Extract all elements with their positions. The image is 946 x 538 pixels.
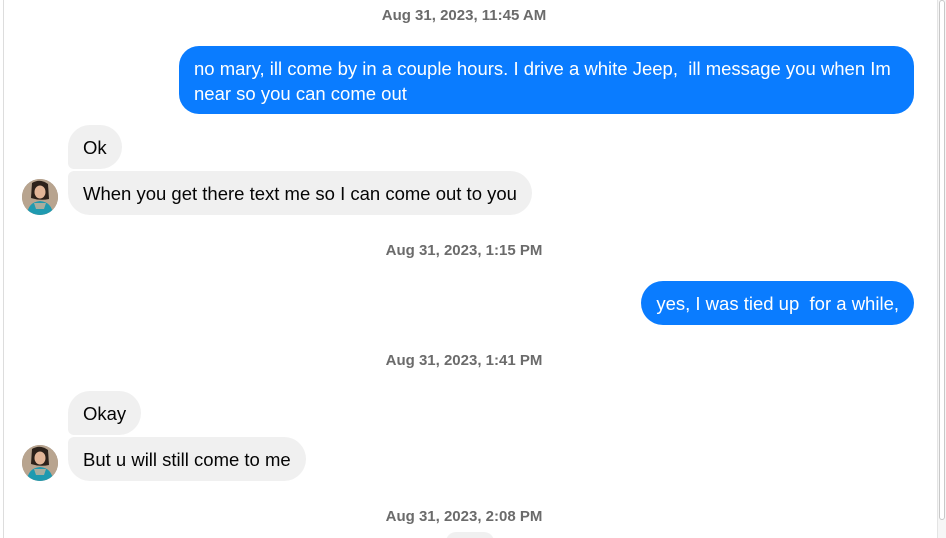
contact-avatar-photo-icon: [22, 445, 58, 481]
timestamp: Aug 31, 2023, 11:45 AM: [381, 7, 547, 24]
next-message-bubble-partial: [446, 532, 494, 538]
pane-divider: [3, 0, 4, 538]
scrollbar-thumb[interactable]: [939, 0, 945, 520]
outgoing-message-bubble[interactable]: no mary, ill come by in a couple hours. …: [179, 46, 914, 114]
timestamp: Aug 31, 2023, 2:08 PM: [385, 508, 543, 525]
incoming-message-bubble[interactable]: Ok: [68, 125, 122, 169]
contact-avatar-photo-icon: [22, 179, 58, 215]
contact-avatar[interactable]: [22, 179, 58, 215]
message-thread: Aug 31, 2023, 11:45 AM no mary, ill come…: [0, 0, 946, 538]
outgoing-message-bubble[interactable]: yes, I was tied up for a while,: [641, 281, 914, 325]
timestamp: Aug 31, 2023, 1:41 PM: [385, 352, 543, 369]
contact-avatar[interactable]: [22, 445, 58, 481]
timestamp: Aug 31, 2023, 1:15 PM: [385, 242, 543, 259]
scrollbar[interactable]: [937, 0, 946, 538]
incoming-message-bubble[interactable]: When you get there text me so I can come…: [68, 171, 532, 215]
incoming-message-bubble[interactable]: Okay: [68, 391, 142, 435]
incoming-message-bubble[interactable]: But u will still come to me: [68, 437, 306, 481]
